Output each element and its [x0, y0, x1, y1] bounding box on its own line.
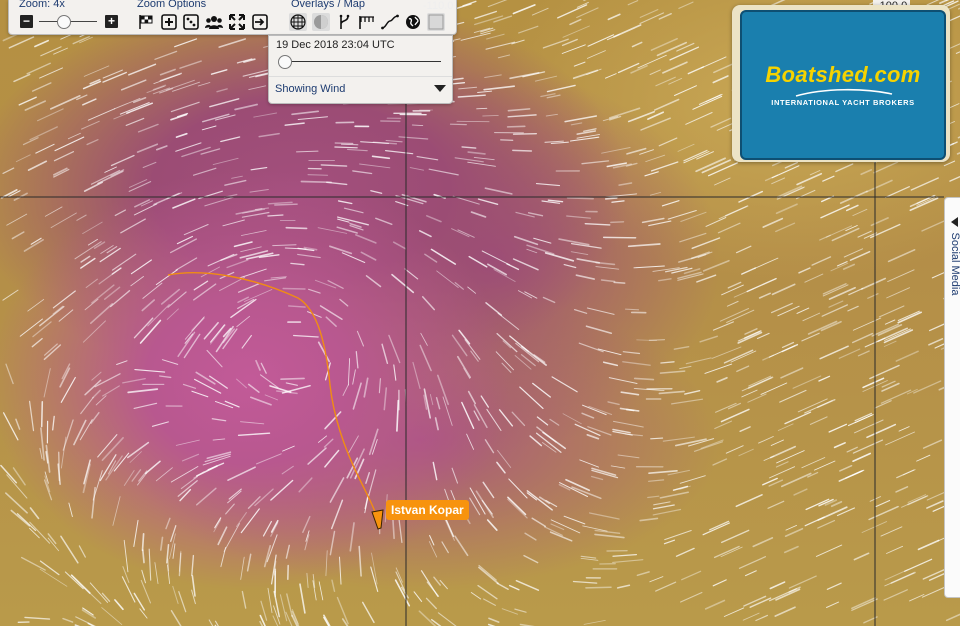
boat-marker[interactable] — [371, 509, 384, 530]
zoom-in-button[interactable]: + — [105, 15, 118, 28]
daynight-icon[interactable] — [312, 13, 330, 31]
social-media-label: Social Media — [949, 232, 960, 296]
dropdown-arrow-icon[interactable] — [434, 85, 446, 92]
boat-track-line — [167, 272, 379, 521]
time-panel: 19 Dec 2018 23:04 UTC Showing Wind — [268, 35, 453, 104]
zoom-label: Zoom: 4x — [19, 0, 65, 10]
swoosh-icon — [795, 88, 893, 97]
zoom-slider-handle[interactable] — [57, 15, 71, 29]
boat-name-label[interactable]: Istvan Kopar — [386, 500, 469, 520]
globe-icon[interactable] — [404, 13, 422, 31]
social-media-tab[interactable]: Social Media — [944, 197, 960, 598]
time-slider-handle[interactable] — [278, 55, 292, 69]
dice-icon[interactable] — [182, 13, 200, 31]
zoom-control: Zoom: 4x − + — [17, 0, 129, 34]
sponsor-tagline: INTERNATIONAL YACHT BROKERS — [771, 98, 915, 107]
sponsor-banner[interactable]: Boatshed.com INTERNATIONAL YACHT BROKERS — [732, 5, 950, 162]
overlay-mode-select[interactable]: Showing Wind — [275, 83, 345, 95]
time-slider-track[interactable] — [283, 61, 441, 62]
zoom-in-plus-icon[interactable] — [160, 13, 178, 31]
exit-icon[interactable] — [251, 13, 269, 31]
flag-icon[interactable] — [137, 13, 155, 31]
fullscreen-icon[interactable] — [228, 13, 246, 31]
map-layer-icon[interactable] — [427, 13, 445, 31]
divider — [269, 76, 452, 77]
branch-icon[interactable] — [335, 13, 353, 31]
grid-icon[interactable] — [289, 13, 307, 31]
current-datetime: 19 Dec 2018 23:04 UTC — [276, 39, 395, 51]
route-icon[interactable] — [381, 13, 399, 31]
map-toolbar: Zoom: 4x − + Zoom Options Overlays / Map — [8, 0, 457, 35]
group-icon[interactable] — [205, 13, 223, 31]
overlays-label: Overlays / Map — [291, 0, 365, 10]
sponsor-name: Boatshed.com — [765, 62, 921, 87]
sponsor-logo[interactable]: Boatshed.com INTERNATIONAL YACHT BROKERS — [740, 10, 946, 160]
wind-flag-icon[interactable] — [358, 13, 376, 31]
zoom-options: Zoom Options — [135, 0, 275, 34]
zoom-out-button[interactable]: − — [20, 15, 33, 28]
zoom-options-label: Zoom Options — [137, 0, 207, 10]
graticule-label-center: -110.0 — [423, 0, 454, 12]
